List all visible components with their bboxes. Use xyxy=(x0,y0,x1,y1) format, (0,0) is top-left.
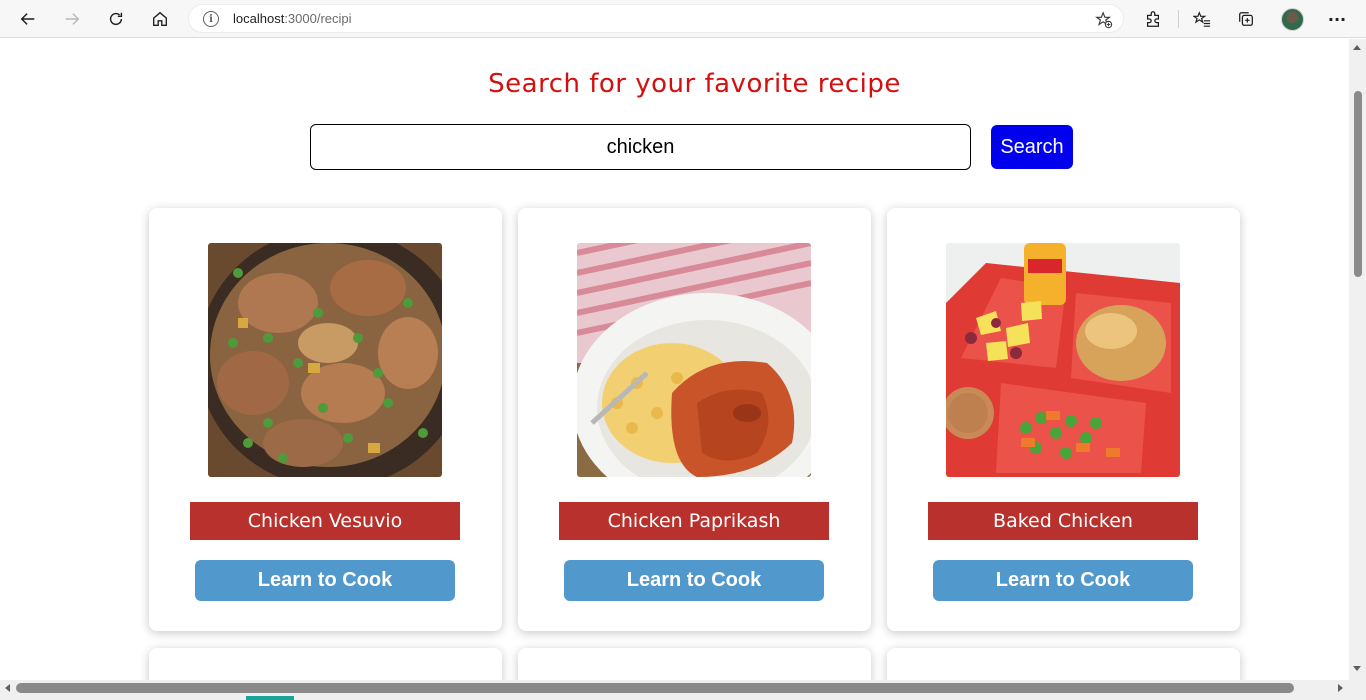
learn-to-cook-button[interactable]: Learn to Cook xyxy=(195,560,455,601)
learn-to-cook-button[interactable]: Learn to Cook xyxy=(564,560,824,601)
favorites-icon[interactable] xyxy=(1187,5,1217,33)
horizontal-scrollbar[interactable] xyxy=(0,680,1366,700)
chicken-paprikash-photo xyxy=(577,243,811,477)
vertical-scrollbar[interactable] xyxy=(1349,39,1366,680)
horizontal-scroll-thumb[interactable] xyxy=(16,683,1294,693)
url-path: :3000/recipi xyxy=(284,11,352,26)
page-viewport: Search for your favorite recipe Search xyxy=(0,39,1349,680)
recipe-title: Chicken Vesuvio xyxy=(190,502,460,540)
recipe-card: Chicken Vesuvio Learn to Cook xyxy=(149,208,502,631)
refresh-icon[interactable] xyxy=(100,4,132,34)
scroll-right-icon[interactable] xyxy=(1338,684,1343,692)
baked-chicken-tray-photo xyxy=(946,243,1180,477)
url-host: localhost xyxy=(233,11,285,26)
recipe-title: Baked Chicken xyxy=(928,502,1198,540)
home-icon[interactable] xyxy=(144,4,176,34)
browser-toolbar: i localhost:3000/recipi ··· xyxy=(0,0,1366,38)
chicken-vesuvio-photo xyxy=(208,243,442,477)
more-icon[interactable]: ··· xyxy=(1322,5,1352,33)
search-button[interactable]: Search xyxy=(991,125,1073,169)
add-favorite-icon[interactable] xyxy=(1093,9,1115,31)
recipe-card-partial xyxy=(887,648,1240,680)
collections-icon[interactable] xyxy=(1231,5,1261,33)
vertical-scroll-thumb[interactable] xyxy=(1354,91,1362,277)
recipe-title: Chicken Paprikash xyxy=(559,502,829,540)
recipe-card: Baked Chicken Learn to Cook xyxy=(887,208,1240,631)
address-url[interactable]: localhost:3000/recipi xyxy=(233,11,352,26)
learn-to-cook-button[interactable]: Learn to Cook xyxy=(933,560,1193,601)
recipe-card: Chicken Paprikash Learn to Cook xyxy=(518,208,871,631)
scroll-up-icon[interactable] xyxy=(1353,45,1361,50)
page-title: Search for your favorite recipe xyxy=(488,69,901,99)
forward-arrow-icon[interactable] xyxy=(56,4,88,34)
search-input[interactable] xyxy=(310,124,971,170)
scroll-left-icon[interactable] xyxy=(5,684,10,692)
recipe-card-partial xyxy=(518,648,871,680)
back-arrow-icon[interactable] xyxy=(12,4,44,34)
site-info-icon[interactable]: i xyxy=(203,11,219,27)
taskbar-accent xyxy=(246,696,294,700)
address-bar[interactable]: i localhost:3000/recipi xyxy=(188,4,1124,33)
profile-avatar[interactable] xyxy=(1281,8,1304,31)
extensions-icon[interactable] xyxy=(1138,5,1168,33)
recipe-card-partial xyxy=(149,648,502,680)
toolbar-separator xyxy=(1178,10,1179,28)
scroll-down-icon[interactable] xyxy=(1353,666,1361,671)
